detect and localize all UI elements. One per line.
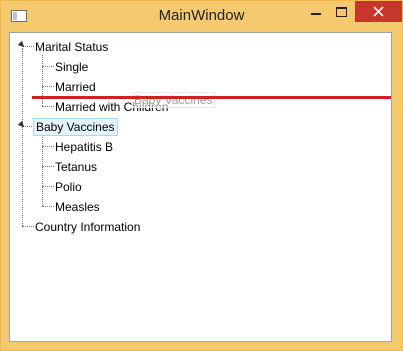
tree-item-country-information[interactable]: Country Information: [35, 219, 140, 235]
tree-connector: [22, 48, 23, 226]
tree-item-hepatitis-b[interactable]: Hepatitis B: [55, 139, 113, 155]
tree-item-measles[interactable]: Measles: [55, 199, 100, 215]
tree-item-marital-status[interactable]: Marital Status: [35, 39, 108, 55]
drop-indicator: [32, 96, 391, 99]
tree-item-tetanus[interactable]: Tetanus: [55, 159, 97, 175]
content-area: Marital Status Single Married Married wi…: [9, 32, 392, 342]
title-bar[interactable]: MainWindow: [1, 1, 402, 31]
tree-item-single[interactable]: Single: [55, 59, 88, 75]
tree-view[interactable]: Marital Status Single Married Married wi…: [10, 33, 391, 341]
minimize-icon: [311, 13, 321, 15]
collapse-arrow-icon[interactable]: [17, 40, 27, 50]
tree-connector: [42, 66, 54, 67]
maximize-button[interactable]: [329, 1, 355, 22]
tree-connector: [22, 226, 34, 227]
drag-ghost: Baby Vaccines: [132, 92, 215, 108]
tree-connector: [42, 106, 54, 107]
maximize-icon: [336, 7, 347, 17]
close-button[interactable]: [355, 1, 402, 22]
tree-item-married[interactable]: Married: [55, 79, 96, 95]
close-icon: [373, 6, 384, 17]
tree-connector: [42, 166, 54, 167]
main-window: MainWindow Marital Status Single Married…: [0, 0, 403, 351]
tree-item-baby-vaccines[interactable]: Baby Vaccines: [33, 118, 118, 136]
tree-connector: [42, 206, 54, 207]
collapse-arrow-icon[interactable]: [17, 120, 27, 130]
tree-connector: [42, 146, 54, 147]
minimize-button[interactable]: [303, 1, 329, 22]
tree-connector: [42, 186, 54, 187]
tree-item-polio[interactable]: Polio: [55, 179, 82, 195]
tree-connector: [42, 86, 54, 87]
